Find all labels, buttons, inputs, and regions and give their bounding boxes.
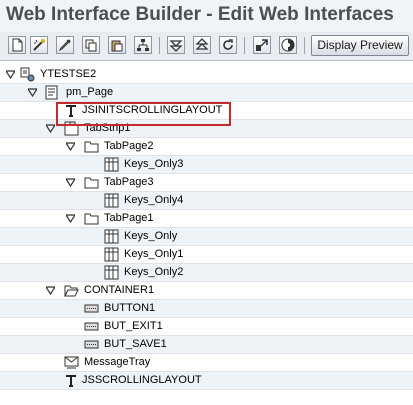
layout-tool-icon[interactable]: [253, 36, 271, 54]
interface-icon: [20, 67, 35, 82]
tree-node[interactable]: TabPage1: [0, 210, 413, 228]
table-icon: [104, 229, 119, 244]
table-icon: [104, 247, 119, 262]
expanded-arrow-icon[interactable]: [46, 286, 55, 295]
tree-node[interactable]: Keys_Only1: [0, 246, 413, 264]
message-tray-icon: [64, 356, 79, 369]
toolbar: Display Preview: [0, 32, 413, 61]
button-item-icon: [84, 304, 99, 313]
tree-node-label: BUT_EXIT1: [104, 320, 163, 332]
tree-node-label: MessageTray: [84, 356, 151, 368]
toolbar-separator: [304, 37, 305, 54]
table-icon: [104, 193, 119, 208]
tree-node-label: TabPage2: [104, 140, 154, 152]
table-icon: [104, 157, 119, 172]
expanded-arrow-icon[interactable]: [66, 178, 75, 187]
folder-icon: [84, 141, 99, 153]
tree-node[interactable]: Keys_Only: [0, 228, 413, 246]
tree-node-label: Keys_Only1: [124, 248, 184, 260]
paste-icon[interactable]: [108, 36, 126, 54]
selection-highlight: [56, 102, 231, 126]
new-icon[interactable]: [8, 36, 26, 54]
tree-node-label: YTESTSE2: [40, 68, 97, 80]
table-icon: [104, 265, 119, 280]
wizard-icon[interactable]: [30, 36, 48, 54]
tree-node[interactable]: BUT_SAVE1: [0, 336, 413, 354]
tree-node-label: Keys_Only3: [124, 158, 184, 170]
copy-icon[interactable]: [82, 36, 100, 54]
button-item-icon: [84, 340, 99, 349]
tree-node[interactable]: BUTTON1: [0, 300, 413, 318]
tree-node-label: CONTAINER1: [84, 284, 155, 296]
tree-node[interactable]: pm_Page: [0, 84, 413, 102]
tree-node-label: BUT_SAVE1: [104, 338, 167, 350]
open-folder-icon: [64, 285, 79, 297]
tree-node[interactable]: BUT_EXIT1: [0, 318, 413, 336]
expand-subtree-icon[interactable]: [167, 36, 185, 54]
expanded-arrow-icon[interactable]: [66, 214, 75, 223]
display-preview-button[interactable]: Display Preview: [311, 35, 409, 56]
check-status-icon[interactable]: [279, 36, 297, 54]
expanded-arrow-icon[interactable]: [28, 88, 37, 97]
page-title: Web Interface Builder - Edit Web Interfa…: [6, 4, 394, 25]
tree-node-label: Keys_Only: [124, 230, 178, 242]
tree-node[interactable]: Keys_Only4: [0, 192, 413, 210]
tree-node[interactable]: YTESTSE2: [0, 66, 413, 84]
tree-node[interactable]: JSSCROLLINGLAYOUT: [0, 372, 413, 390]
refresh-icon[interactable]: [219, 36, 237, 54]
tree-node[interactable]: Keys_Only3: [0, 156, 413, 174]
tree-node-label: TabPage1: [104, 212, 154, 224]
tree-node[interactable]: TabPage2: [0, 138, 413, 156]
tree-node-label: JSSCROLLINGLAYOUT: [82, 374, 202, 386]
tree-node[interactable]: CONTAINER1: [0, 282, 413, 300]
tree-node-label: Keys_Only4: [124, 194, 184, 206]
expanded-arrow-icon[interactable]: [66, 142, 75, 151]
page-icon: [45, 85, 58, 100]
tree-node[interactable]: TabPage3: [0, 174, 413, 192]
expanded-arrow-icon[interactable]: [6, 70, 15, 79]
button-item-icon: [84, 322, 99, 331]
toolbar-separator: [159, 37, 160, 54]
edit-pencil-icon[interactable]: [56, 36, 74, 54]
tree-node-label: pm_Page: [66, 86, 114, 98]
tree-node[interactable]: Keys_Only2: [0, 264, 413, 282]
folder-icon: [84, 213, 99, 225]
expanded-arrow-icon[interactable]: [46, 124, 55, 133]
tree-node[interactable]: MessageTray: [0, 354, 413, 372]
text-item-icon: [66, 375, 76, 387]
collapse-subtree-icon[interactable]: [193, 36, 211, 54]
tree-node-label: Keys_Only2: [124, 266, 184, 278]
title-bar: Web Interface Builder - Edit Web Interfa…: [0, 0, 413, 32]
folder-icon: [84, 177, 99, 189]
tree-node-label: TabPage3: [104, 176, 154, 188]
tree-node-label: BUTTON1: [104, 302, 156, 314]
toolbar-separator: [244, 37, 245, 54]
hierarchy-icon[interactable]: [134, 36, 152, 54]
